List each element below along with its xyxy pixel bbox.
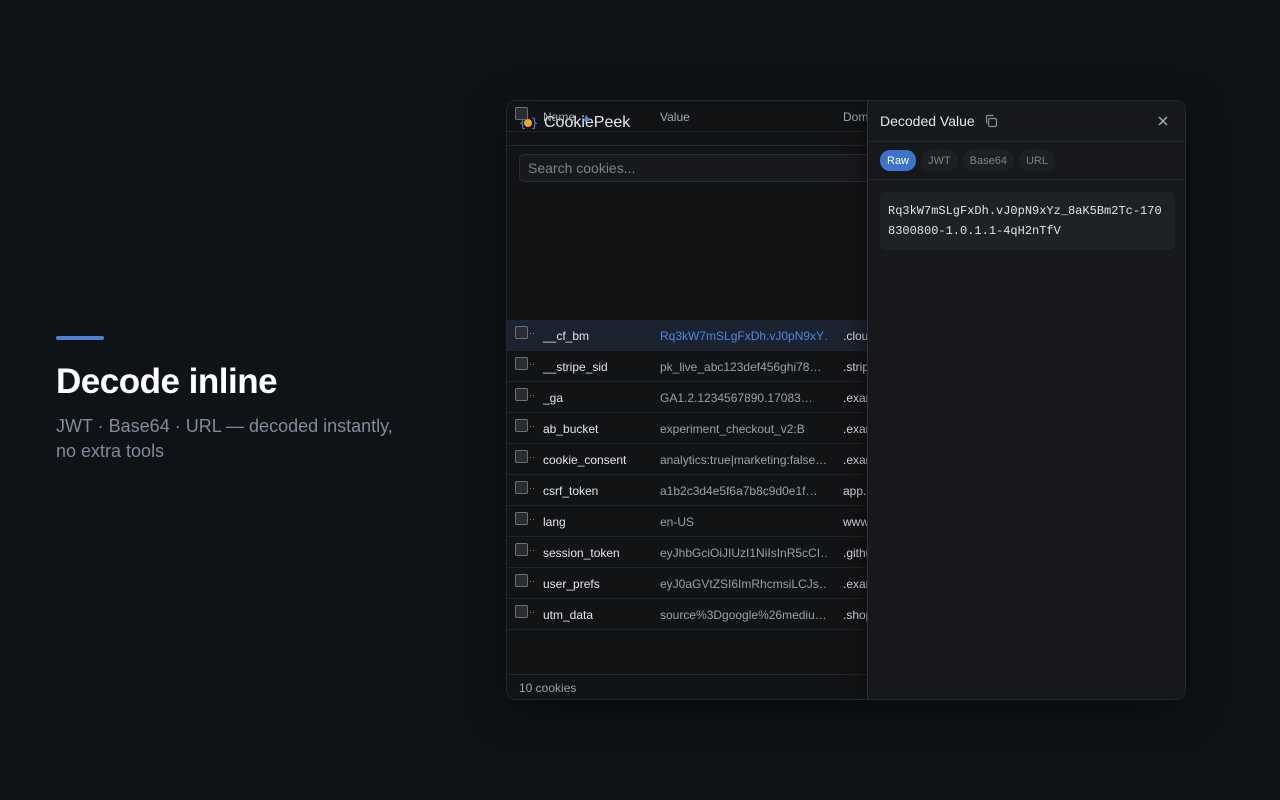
cookie-table: Name▲ Value Dom ·· __cf_bm Rq3kW7mSLgFxD… — [507, 289, 867, 630]
cookie-value: pk_live_abc123def456ghi78… — [660, 360, 828, 374]
row-menu-icon[interactable]: ·· — [529, 545, 535, 555]
row-menu-icon[interactable]: ·· — [529, 359, 535, 369]
cookie-name: session_token — [543, 546, 620, 560]
cookie-value: a1b2c3d4e5f6a7b8c9d0e1f… — [660, 484, 828, 498]
cookie-value: Rq3kW7mSLgFxDh.vJ0pN9xY… — [660, 329, 828, 343]
table-row[interactable]: ·· user_prefs eyJ0aGVtZSI6ImRhcmsiLCJs… … — [507, 568, 867, 599]
row-checkbox[interactable] — [515, 450, 528, 463]
hero: Decode inline JWT · Base64 · URL — decod… — [56, 336, 436, 464]
row-menu-icon[interactable]: ·· — [529, 452, 535, 462]
decoded-value: Rq3kW7mSLgFxDh.vJ0pN9xYz_8aK5Bm2Tc-17083… — [880, 192, 1175, 250]
table-row[interactable]: ·· utm_data source%3Dgoogle%26mediu… .sh… — [507, 599, 867, 630]
select-all-checkbox[interactable] — [515, 107, 528, 120]
cookie-domain: .clou — [843, 329, 868, 343]
tab-jwt[interactable]: JWT — [921, 150, 958, 171]
table-row[interactable]: ·· ab_bucket experiment_checkout_v2:B .e… — [507, 413, 867, 444]
cookie-value: GA1.2.1234567890.17083… — [660, 391, 828, 405]
row-checkbox[interactable] — [515, 326, 528, 339]
cookie-name: _ga — [543, 391, 563, 405]
search-input[interactable] — [519, 154, 879, 182]
search-bar — [507, 146, 867, 190]
column-name-label: Name — [543, 110, 575, 124]
row-menu-icon[interactable]: ·· — [529, 576, 535, 586]
row-menu-icon[interactable]: ·· — [529, 514, 535, 524]
row-menu-icon[interactable]: ·· — [529, 483, 535, 493]
table-row[interactable]: ·· _ga GA1.2.1234567890.17083… .exan — [507, 382, 867, 413]
decode-tabs: Raw JWT Base64 URL — [868, 142, 1186, 180]
decoded-panel: Decoded Value Raw JWT Base64 URL Rq3kW7m… — [867, 101, 1186, 700]
cookie-list-pane: { } CookiePeek Name▲ Value Dom ·· __cf_b… — [507, 101, 867, 700]
table-row[interactable]: ·· csrf_token a1b2c3d4e5f6a7b8c9d0e1f… a… — [507, 475, 867, 506]
cookie-name: __cf_bm — [543, 329, 589, 343]
row-checkbox[interactable] — [515, 512, 528, 525]
cookie-name: utm_data — [543, 608, 593, 622]
app-window: { } CookiePeek Name▲ Value Dom ·· __cf_b… — [506, 100, 1186, 700]
row-checkbox[interactable] — [515, 605, 528, 618]
row-menu-icon[interactable]: ·· — [529, 328, 535, 338]
row-checkbox[interactable] — [515, 388, 528, 401]
row-checkbox[interactable] — [515, 481, 528, 494]
table-row[interactable]: ·· cookie_consent analytics:true|marketi… — [507, 444, 867, 475]
tab-base64[interactable]: Base64 — [963, 150, 1014, 171]
cookie-value: analytics:true|marketing:false… — [660, 453, 828, 467]
row-checkbox[interactable] — [515, 419, 528, 432]
row-checkbox[interactable] — [515, 543, 528, 556]
cookie-name: __stripe_sid — [543, 360, 608, 374]
tab-url[interactable]: URL — [1019, 150, 1055, 171]
cookie-value: eyJhbGciOiJIUzI1NiIsInR5cCI… — [660, 546, 828, 560]
cookie-value: experiment_checkout_v2:B — [660, 422, 828, 436]
cookie-name: cookie_consent — [543, 453, 626, 467]
close-icon[interactable] — [1155, 113, 1171, 129]
tab-raw[interactable]: Raw — [880, 150, 916, 171]
cookie-name: user_prefs — [543, 577, 600, 591]
decoded-panel-header: Decoded Value — [868, 101, 1186, 142]
hero-subtitle: JWT · Base64 · URL — decoded instantly, … — [56, 414, 406, 464]
copy-icon[interactable] — [983, 113, 999, 129]
cookie-value: en-US — [660, 515, 828, 529]
row-checkbox[interactable] — [515, 574, 528, 587]
table-row[interactable]: ·· lang en-US www — [507, 506, 867, 537]
column-header-name[interactable]: Name ▲ — [543, 110, 592, 124]
table-row[interactable]: ·· session_token eyJhbGciOiJIUzI1NiIsInR… — [507, 537, 867, 568]
row-menu-icon[interactable]: ·· — [529, 607, 535, 617]
hero-accent-bar — [56, 336, 104, 340]
cookie-name: ab_bucket — [543, 422, 598, 436]
cookie-value: eyJ0aGVtZSI6ImRhcmsiLCJs… — [660, 577, 828, 591]
cookie-name: csrf_token — [543, 484, 598, 498]
decoded-panel-title: Decoded Value — [880, 113, 975, 129]
hero-title: Decode inline — [56, 362, 436, 402]
cookie-value: source%3Dgoogle%26mediu… — [660, 608, 828, 622]
row-menu-icon[interactable]: ·· — [529, 421, 535, 431]
sort-ascending-icon: ▲ — [581, 112, 592, 124]
cookie-domain: .strip — [843, 360, 869, 374]
cookie-name: lang — [543, 515, 566, 529]
cookie-count: 10 cookies — [507, 674, 867, 700]
column-header-value[interactable]: Value — [660, 110, 828, 124]
column-header-domain[interactable]: Dom — [843, 110, 868, 124]
table-row[interactable]: ·· __stripe_sid pk_live_abc123def456ghi7… — [507, 351, 867, 382]
cookie-domain: www — [843, 515, 869, 529]
table-row[interactable]: ·· __cf_bm Rq3kW7mSLgFxDh.vJ0pN9xY… .clo… — [507, 320, 867, 351]
row-menu-icon[interactable]: ·· — [529, 390, 535, 400]
row-checkbox[interactable] — [515, 357, 528, 370]
table-header: Name ▲ Value Dom — [507, 101, 867, 132]
